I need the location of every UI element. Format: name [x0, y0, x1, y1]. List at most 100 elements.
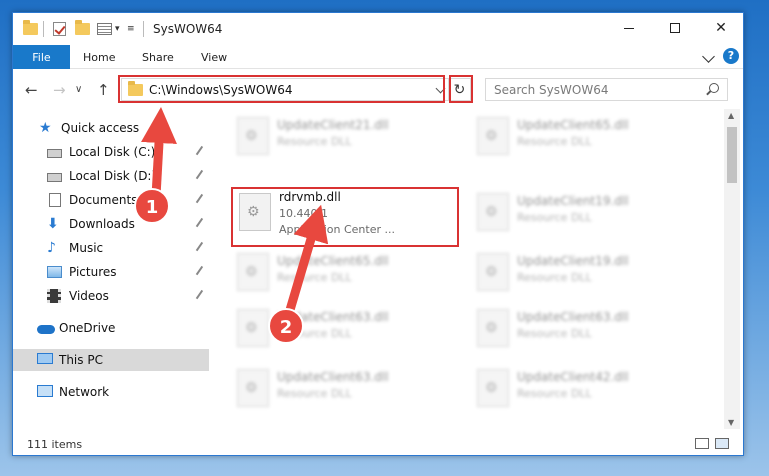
sidebar-item-music[interactable]: ♪ Music — [13, 237, 209, 259]
tab-file[interactable]: File — [13, 45, 70, 69]
dll-file-icon — [477, 193, 509, 231]
tab-share[interactable]: Share — [142, 51, 174, 64]
sidebar-item-label: This PC — [59, 353, 103, 367]
customize-toolbar-icon[interactable]: ≡ — [127, 21, 135, 37]
sidebar-item-pictures[interactable]: Pictures — [13, 261, 209, 283]
file-description: Resource DLL — [517, 135, 592, 148]
large-icons-view-icon[interactable] — [715, 438, 729, 449]
sidebar-item-documents[interactable]: Documents — [13, 189, 209, 211]
file-item[interactable]: UpdateClient63.dll Resource DLL — [231, 365, 461, 413]
vertical-scrollbar[interactable]: ▲ ▼ — [724, 109, 740, 429]
pin-icon[interactable] — [195, 145, 208, 159]
network-icon — [37, 385, 53, 399]
pin-icon[interactable] — [195, 289, 208, 303]
sidebar-item-label: Local Disk (D:) — [69, 169, 157, 183]
sidebar-item-onedrive[interactable]: OneDrive — [13, 317, 209, 339]
sidebar-item-local-disk-c[interactable]: Local Disk (C:) — [13, 141, 209, 163]
search-input[interactable]: Search SysWOW64 — [485, 78, 728, 101]
file-name: UpdateClient42.dll — [517, 370, 629, 384]
minimize-button[interactable] — [606, 13, 652, 43]
star-icon: ★ — [39, 120, 52, 136]
title-bar: ▾ ≡ SysWOW64 ✕ — [13, 13, 743, 45]
sidebar-item-this-pc[interactable]: This PC — [13, 349, 209, 371]
disk-icon — [47, 169, 63, 183]
sidebar-item-label: Local Disk (C:) — [69, 145, 156, 159]
tab-home[interactable]: Home — [83, 51, 115, 64]
file-item[interactable]: UpdateClient65.dll Resource DLL — [231, 249, 461, 297]
pictures-icon — [47, 265, 63, 279]
this-pc-icon — [37, 353, 53, 367]
sidebar-item-network[interactable]: Network — [13, 381, 209, 403]
sidebar-item-quick-access[interactable]: ★ Quick access — [13, 117, 209, 139]
pin-icon[interactable] — [195, 265, 208, 279]
sidebar-item-label: Network — [59, 385, 110, 399]
file-item[interactable]: UpdateClient19.dll Resource DLL — [471, 189, 701, 237]
pin-icon[interactable] — [195, 169, 208, 183]
navigation-row: ← → ∨ ↑ C:\Windows\SysWOW64 ↻ Search Sys… — [13, 75, 743, 105]
new-folder-icon[interactable] — [75, 20, 90, 37]
help-icon[interactable]: ? — [723, 48, 739, 64]
sidebar-item-label: Videos — [69, 289, 109, 303]
maximize-icon — [670, 23, 680, 33]
navigation-pane: ★ Quick access Local Disk (C:) Local Dis… — [13, 113, 209, 433]
details-view-icon[interactable] — [695, 438, 709, 449]
dll-file-icon — [477, 369, 509, 407]
file-item[interactable]: UpdateClient63.dll Resource DLL — [231, 305, 461, 353]
sidebar-item-label: Pictures — [69, 265, 117, 279]
dll-file-icon — [237, 253, 269, 291]
up-arrow-icon[interactable]: ↑ — [97, 81, 110, 99]
downloads-icon: ⬇ — [47, 216, 59, 232]
sidebar-item-videos[interactable]: Videos — [13, 285, 209, 307]
file-item[interactable]: UpdateClient19.dll Resource DLL — [471, 249, 701, 297]
back-arrow-icon[interactable]: ← — [25, 81, 38, 99]
pin-icon[interactable] — [195, 193, 208, 207]
scroll-down-icon[interactable]: ▼ — [728, 418, 734, 427]
properties-icon[interactable] — [97, 21, 112, 37]
search-placeholder: Search SysWOW64 — [494, 82, 609, 97]
sidebar-item-label: OneDrive — [59, 321, 116, 335]
close-button[interactable]: ✕ — [698, 13, 744, 43]
address-highlight-box — [118, 75, 445, 103]
file-description: Resource DLL — [277, 327, 352, 340]
forward-arrow-icon[interactable]: → — [53, 81, 66, 99]
customize-dropdown-icon[interactable]: ▾ — [115, 21, 120, 37]
file-name: UpdateClient19.dll — [517, 194, 629, 208]
refresh-highlight-box — [449, 75, 473, 103]
file-item[interactable]: UpdateClient65.dll Resource DLL — [471, 113, 701, 161]
scrollbar-thumb[interactable] — [727, 127, 737, 183]
expand-ribbon-icon[interactable] — [702, 50, 715, 63]
videos-icon — [47, 289, 63, 303]
sep-1 — [43, 21, 44, 37]
file-name: UpdateClient63.dll — [277, 310, 389, 324]
dll-file-icon — [477, 309, 509, 347]
sidebar-item-local-disk-d[interactable]: Local Disk (D:) — [13, 165, 209, 187]
file-item[interactable]: UpdateClient42.dll Resource DLL — [471, 365, 701, 413]
pin-icon[interactable] — [195, 217, 208, 231]
file-name: UpdateClient21.dll — [277, 118, 389, 132]
sidebar-item-label: Music — [69, 241, 104, 255]
pin-icon[interactable] — [195, 241, 208, 255]
sidebar-item-downloads[interactable]: ⬇ Downloads — [13, 213, 209, 235]
recent-locations-icon[interactable]: ∨ — [75, 84, 82, 95]
file-item[interactable]: UpdateClient21.dll Resource DLL — [231, 113, 461, 161]
sidebar-item-label: Quick access — [61, 121, 140, 135]
dll-file-icon — [477, 253, 509, 291]
file-name: UpdateClient19.dll — [517, 254, 629, 268]
file-name: UpdateClient65.dll — [517, 118, 629, 132]
file-description: Resource DLL — [517, 387, 592, 400]
sidebar-item-label: Downloads — [69, 217, 135, 231]
scroll-up-icon[interactable]: ▲ — [728, 111, 734, 120]
properties-check-icon[interactable] — [53, 21, 66, 37]
quick-access-folder-icon[interactable] — [23, 20, 38, 37]
tab-view[interactable]: View — [201, 51, 227, 64]
file-name: UpdateClient63.dll — [277, 370, 389, 384]
onedrive-icon — [37, 321, 55, 335]
file-description: Resource DLL — [517, 211, 592, 224]
dll-file-icon — [237, 309, 269, 347]
maximize-button[interactable] — [652, 13, 698, 43]
file-item[interactable]: UpdateClient63.dll Resource DLL — [471, 305, 701, 353]
file-name: UpdateClient63.dll — [517, 310, 629, 324]
sidebar-item-label: Documents — [69, 193, 138, 207]
search-icon[interactable] — [709, 83, 719, 93]
selected-file-highlight-box — [231, 187, 459, 247]
